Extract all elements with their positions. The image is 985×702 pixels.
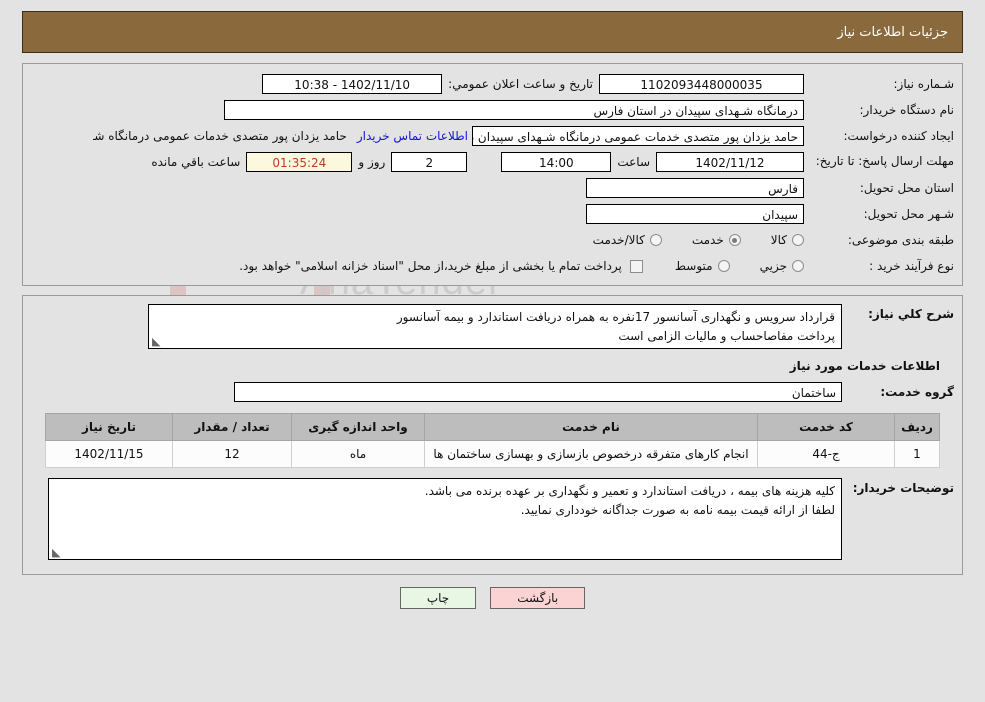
radio-icon[interactable] [792,234,804,246]
row-deadline: مهلت ارسال پاسخ: تا تاریخ: 1402/11/12 سا… [31,151,954,173]
province-field[interactable]: فارس [586,178,804,198]
deadline-hour-label: ساعت [617,155,650,169]
cell-name: انجام کارهای متفرقه درخصوص بازسازی و بهس… [424,440,758,468]
deadline-label: مهلت ارسال پاسخ: تا تاریخ: [815,154,954,169]
row-need-number: شـماره نیاز: 1102093448000035 تاریخ و سا… [31,73,954,95]
category-option-service[interactable]: خدمت [692,233,741,247]
details-panel: شرح کلي نیاز: قرارداد سرویس و نگهداری آس… [22,295,963,575]
row-province: استان محل تحویل: فارس [31,177,954,199]
radio-icon[interactable] [728,234,741,246]
cell-need-date: 1402/11/15 [45,440,173,468]
summary-line-1: قرارداد سرویس و نگهداری آسانسور 17نفره ب… [396,310,835,324]
buyer-org-field[interactable]: درمانگاه شـهدای سپیدان در استان فارس [224,100,804,120]
radio-icon[interactable] [717,260,730,272]
th-name: نام خدمت [424,413,758,441]
process-option-minor[interactable]: جزیي [760,259,804,273]
category-option-goods-label: کالا [770,233,787,247]
creator-overflow-text: حامد یزدان پور متصدی خدمات عمومی درمانگا… [93,129,347,143]
process-option-minor-label: جزیي [759,259,787,273]
print-button[interactable]: چاپ [399,587,477,609]
city-label: شـهر محل تحویل: [863,206,954,221]
row-summary: شرح کلي نیاز: قرارداد سرویس و نگهداری آس… [31,304,954,349]
row-process-type: نوع فرآیند خرید : جزیي متوسط پرداخت تمام… [31,255,954,277]
page-title: جزئیات اطلاعات نیاز [837,24,948,40]
buyer-contact-link[interactable]: اطلاعات تماس خریدار [353,129,472,143]
services-section-heading: اطلاعات خدمات مورد نیاز [789,359,940,373]
services-table: ردیف کد خدمت نام خدمت واحد اندازه گیری ت… [45,413,940,468]
cell-index: 1 [894,440,940,468]
buyer-notes-label: توضیحات خریدار: [852,481,954,495]
row-creator: ایجاد کننده درخواست: حامد یزدان پور متصد… [31,125,954,147]
table-row: 1 ج-44 انجام کارهای متفرقه درخصوص بازساز… [45,440,940,468]
need-number-label: شـماره نیاز: [893,76,954,91]
category-option-goods-service[interactable]: کالا/خدمت [593,233,662,247]
cell-unit: ماه [291,440,425,468]
buyer-notes-line-2: لطفا از ارائه قیمت بیمه نامه به صورت جدا… [520,502,835,517]
th-quantity: تعداد / مقدار [172,413,292,441]
remaining-days-label: روز و [358,155,386,169]
radio-icon[interactable] [649,234,662,246]
deadline-time-field[interactable]: 14:00 [501,152,612,172]
cell-code: ج-44 [757,440,895,468]
th-need-date: تاریخ نیاز [45,413,173,441]
treasury-checkbox-wrap[interactable]: پرداخت تمام یا بخشی از مبلغ خرید،از محل … [239,259,643,273]
page-header-bar: جزئیات اطلاعات نیاز [22,11,963,53]
back-button[interactable]: بازگشت [490,587,586,609]
category-option-service-label: خدمت [691,233,724,247]
process-option-medium[interactable]: متوسط [675,259,730,273]
creator-label: ایجاد کننده درخواست: [843,128,954,143]
category-label: طبقه بندی موضوعی: [847,232,954,247]
city-field[interactable]: سپیدان [586,204,804,224]
checkbox-icon[interactable] [629,259,643,273]
need-number-field[interactable]: 1102093448000035 [599,74,804,94]
row-buyer-notes: توضیحات خریدار: کلیه هزینه های بیمه ، در… [31,478,954,560]
need-info-panel: شـماره نیاز: 1102093448000035 تاریخ و سا… [22,63,963,286]
resize-grip-icon[interactable]: ◢ [52,546,62,559]
table-header-row: ردیف کد خدمت نام خدمت واحد اندازه گیری ت… [45,413,940,441]
category-radio-group: کالا خدمت کالا/خدمت [567,233,804,247]
row-city: شـهر محل تحویل: سپیدان [31,203,954,225]
creator-field[interactable]: حامد یزدان پور متصدی خدمات عمومی درمانگا… [472,126,804,146]
buyer-notes-textarea[interactable]: کلیه هزینه های بیمه ، دریافت استاندارد و… [48,478,842,560]
countdown-label: ساعت باقي مانده [151,155,241,169]
page-root: جزئیات اطلاعات نیاز شـماره نیاز: 1102093… [0,11,985,609]
row-category: طبقه بندی موضوعی: کالا خدمت کالا/خدمت [31,229,954,251]
service-group-label: گروه خدمت: [880,384,954,399]
countdown-field: 01:35:24 [246,152,353,172]
treasury-checkbox-label: پرداخت تمام یا بخشی از مبلغ خرید،از محل … [239,259,622,273]
category-option-goods-service-label: کالا/خدمت [592,233,645,247]
resize-grip-icon[interactable]: ◢ [152,335,162,348]
summary-line-2: پرداخت مفاصاحساب و مالیات الزامی است [618,328,835,343]
buyer-notes-line-1: کلیه هزینه های بیمه ، دریافت استاندارد و… [424,484,835,498]
footer-buttons: بازگشت چاپ [0,587,985,609]
process-radio-group: جزیي متوسط [649,259,804,273]
summary-textarea[interactable]: قرارداد سرویس و نگهداری آسانسور 17نفره ب… [148,304,842,349]
process-option-medium-label: متوسط [674,259,713,273]
th-code: کد خدمت [757,413,895,441]
service-group-field[interactable]: ساختمان [234,382,842,402]
th-unit: واحد اندازه گیری [291,413,425,441]
category-option-goods[interactable]: کالا [771,233,804,247]
services-table-wrap: ردیف کد خدمت نام خدمت واحد اندازه گیری ت… [45,413,940,468]
th-index: ردیف [894,413,940,441]
summary-label: شرح کلي نیاز: [868,307,954,321]
cell-quantity: 12 [172,440,292,468]
public-announce-field[interactable]: 1402/11/10 - 10:38 [262,74,443,94]
deadline-date-field[interactable]: 1402/11/12 [656,152,804,172]
radio-icon[interactable] [792,260,804,272]
province-label: استان محل تحویل: [859,180,954,195]
public-announce-label: تاریخ و ساعت اعلان عمومي: [448,77,593,91]
remaining-days-field: 2 [391,152,468,172]
row-buyer-org: نام دستگاه خریدار: درمانگاه شـهدای سپیدا… [31,99,954,121]
buyer-org-label: نام دستگاه خریدار: [859,102,955,117]
row-service-group: گروه خدمت: ساختمان [31,381,954,403]
process-label: نوع فرآیند خرید : [869,258,954,273]
